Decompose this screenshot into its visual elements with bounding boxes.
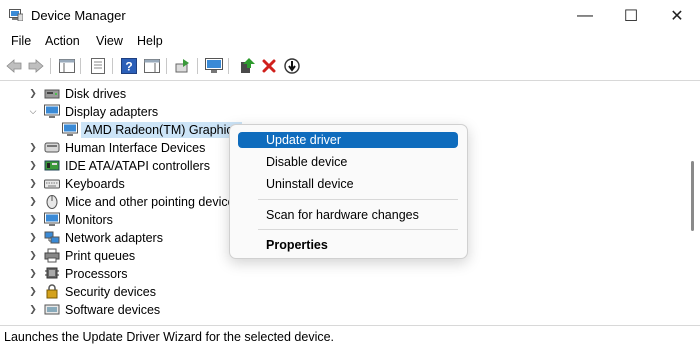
menu-help[interactable]: Help (137, 34, 163, 48)
update-driver-menu-item[interactable]: Update driver (238, 132, 458, 148)
uninstall-device-menu-item[interactable]: Uninstall device (238, 176, 458, 192)
chevron-right-icon[interactable]: ❯ (28, 304, 38, 314)
tree-item-software-devices[interactable]: ❯ Software devices (0, 301, 686, 319)
chevron-down-icon[interactable]: ⌵ (28, 106, 38, 116)
chevron-right-icon[interactable]: ❯ (28, 196, 38, 206)
tree-item-label: Software devices (65, 303, 161, 317)
context-menu: Update driver Disable device Uninstall d… (229, 124, 468, 259)
hid-icon (44, 142, 60, 153)
tree-item-label: Mice and other pointing devices (65, 195, 241, 209)
export-icon[interactable] (174, 57, 192, 75)
tree-item-label: Disk drives (65, 87, 127, 101)
chevron-right-icon[interactable]: ❯ (28, 160, 38, 170)
toolbar-separator (166, 58, 167, 74)
scrollbar-thumb[interactable] (691, 161, 694, 231)
tree-item-label: IDE ATA/ATAPI controllers (65, 159, 210, 173)
ide-controller-icon (44, 160, 60, 171)
maximize-button[interactable]: ☐ (608, 0, 654, 31)
minimize-button[interactable]: — (562, 0, 608, 31)
tree-item-disk-drives[interactable]: ❯ Disk drives (0, 85, 686, 103)
chevron-right-icon[interactable]: ❯ (28, 250, 38, 260)
tree-item-label: Processors (65, 267, 128, 281)
action-pane-icon[interactable] (143, 57, 161, 75)
tree-item-processors[interactable]: ❯ Processors (0, 265, 686, 283)
mouse-icon (46, 195, 58, 209)
svg-text:?: ? (125, 60, 132, 74)
tree-item-security-devices[interactable]: ❯ Security devices (0, 283, 686, 301)
menu-action[interactable]: Action (45, 34, 80, 48)
menu-separator (258, 199, 458, 200)
disable-device-menu-item[interactable]: Disable device (238, 154, 458, 170)
scan-hardware-changes-menu-item[interactable]: Scan for hardware changes (238, 207, 458, 223)
keyboard-icon (44, 179, 60, 189)
processor-icon (45, 267, 59, 279)
tree-item-label: Human Interface Devices (65, 141, 206, 155)
software-device-icon (44, 304, 60, 315)
toolbar-separator (228, 58, 229, 74)
tree-item-label: Print queues (65, 249, 136, 263)
toolbar-separator (112, 58, 113, 74)
tree-item-label: Display adapters (65, 105, 159, 119)
tree-item-label: AMD Radeon(TM) Graphics (81, 122, 242, 138)
chevron-right-icon[interactable]: ❯ (28, 178, 38, 188)
properties-menu-item[interactable]: Properties (238, 237, 458, 253)
show-hide-console-tree-icon[interactable] (58, 57, 76, 75)
maximize-icon: ☐ (623, 7, 639, 25)
chevron-right-icon[interactable]: ❯ (28, 88, 38, 98)
monitor-icon[interactable] (205, 57, 223, 75)
menu-file[interactable]: File (11, 34, 31, 48)
toolbar: ? (0, 53, 700, 81)
toolbar-separator (197, 58, 198, 74)
status-bar: Launches the Update Driver Wizard for th… (0, 325, 700, 348)
chevron-right-icon[interactable]: ❯ (28, 214, 38, 224)
disk-drive-icon (44, 89, 60, 99)
chevron-right-icon[interactable]: ❯ (28, 286, 38, 296)
toolbar-separator (80, 58, 81, 74)
disable-device-icon[interactable] (283, 57, 301, 75)
tree-item-label: Monitors (65, 213, 113, 227)
chevron-right-icon[interactable]: ❯ (28, 268, 38, 278)
tree-item-label: Network adapters (65, 231, 163, 245)
menu-view[interactable]: View (96, 34, 123, 48)
close-button[interactable]: ✕ (654, 0, 700, 31)
chevron-right-icon[interactable]: ❯ (28, 232, 38, 242)
update-driver-icon[interactable] (238, 57, 256, 75)
tree-item-display-adapters[interactable]: ⌵ Display adapters (0, 103, 686, 121)
title-bar: Device Manager — ☐ ✕ (0, 0, 700, 31)
help-icon[interactable]: ? (120, 57, 138, 75)
status-text: Launches the Update Driver Wizard for th… (4, 330, 335, 344)
security-device-icon (46, 284, 58, 299)
device-manager-app-icon (9, 9, 23, 21)
properties-icon[interactable] (89, 57, 107, 75)
menu-bar: File Action View Help (0, 31, 700, 53)
vertical-scrollbar[interactable] (686, 81, 700, 322)
uninstall-device-icon[interactable] (260, 57, 278, 75)
tree-item-label: Security devices (65, 285, 157, 299)
display-adapter-icon (62, 122, 78, 136)
forward-arrow-icon[interactable] (27, 57, 45, 75)
tree-item-label: Keyboards (65, 177, 125, 191)
close-icon: ✕ (670, 7, 684, 25)
chevron-right-icon[interactable]: ❯ (28, 142, 38, 152)
window-title: Device Manager (31, 8, 126, 23)
monitor-icon (44, 212, 60, 226)
network-adapter-icon (44, 231, 60, 244)
back-arrow-icon[interactable] (5, 57, 23, 75)
minimize-icon: — (577, 6, 593, 24)
menu-separator (258, 229, 458, 230)
printer-icon (44, 248, 60, 263)
toolbar-separator (50, 58, 51, 74)
display-adapter-icon (44, 104, 60, 118)
